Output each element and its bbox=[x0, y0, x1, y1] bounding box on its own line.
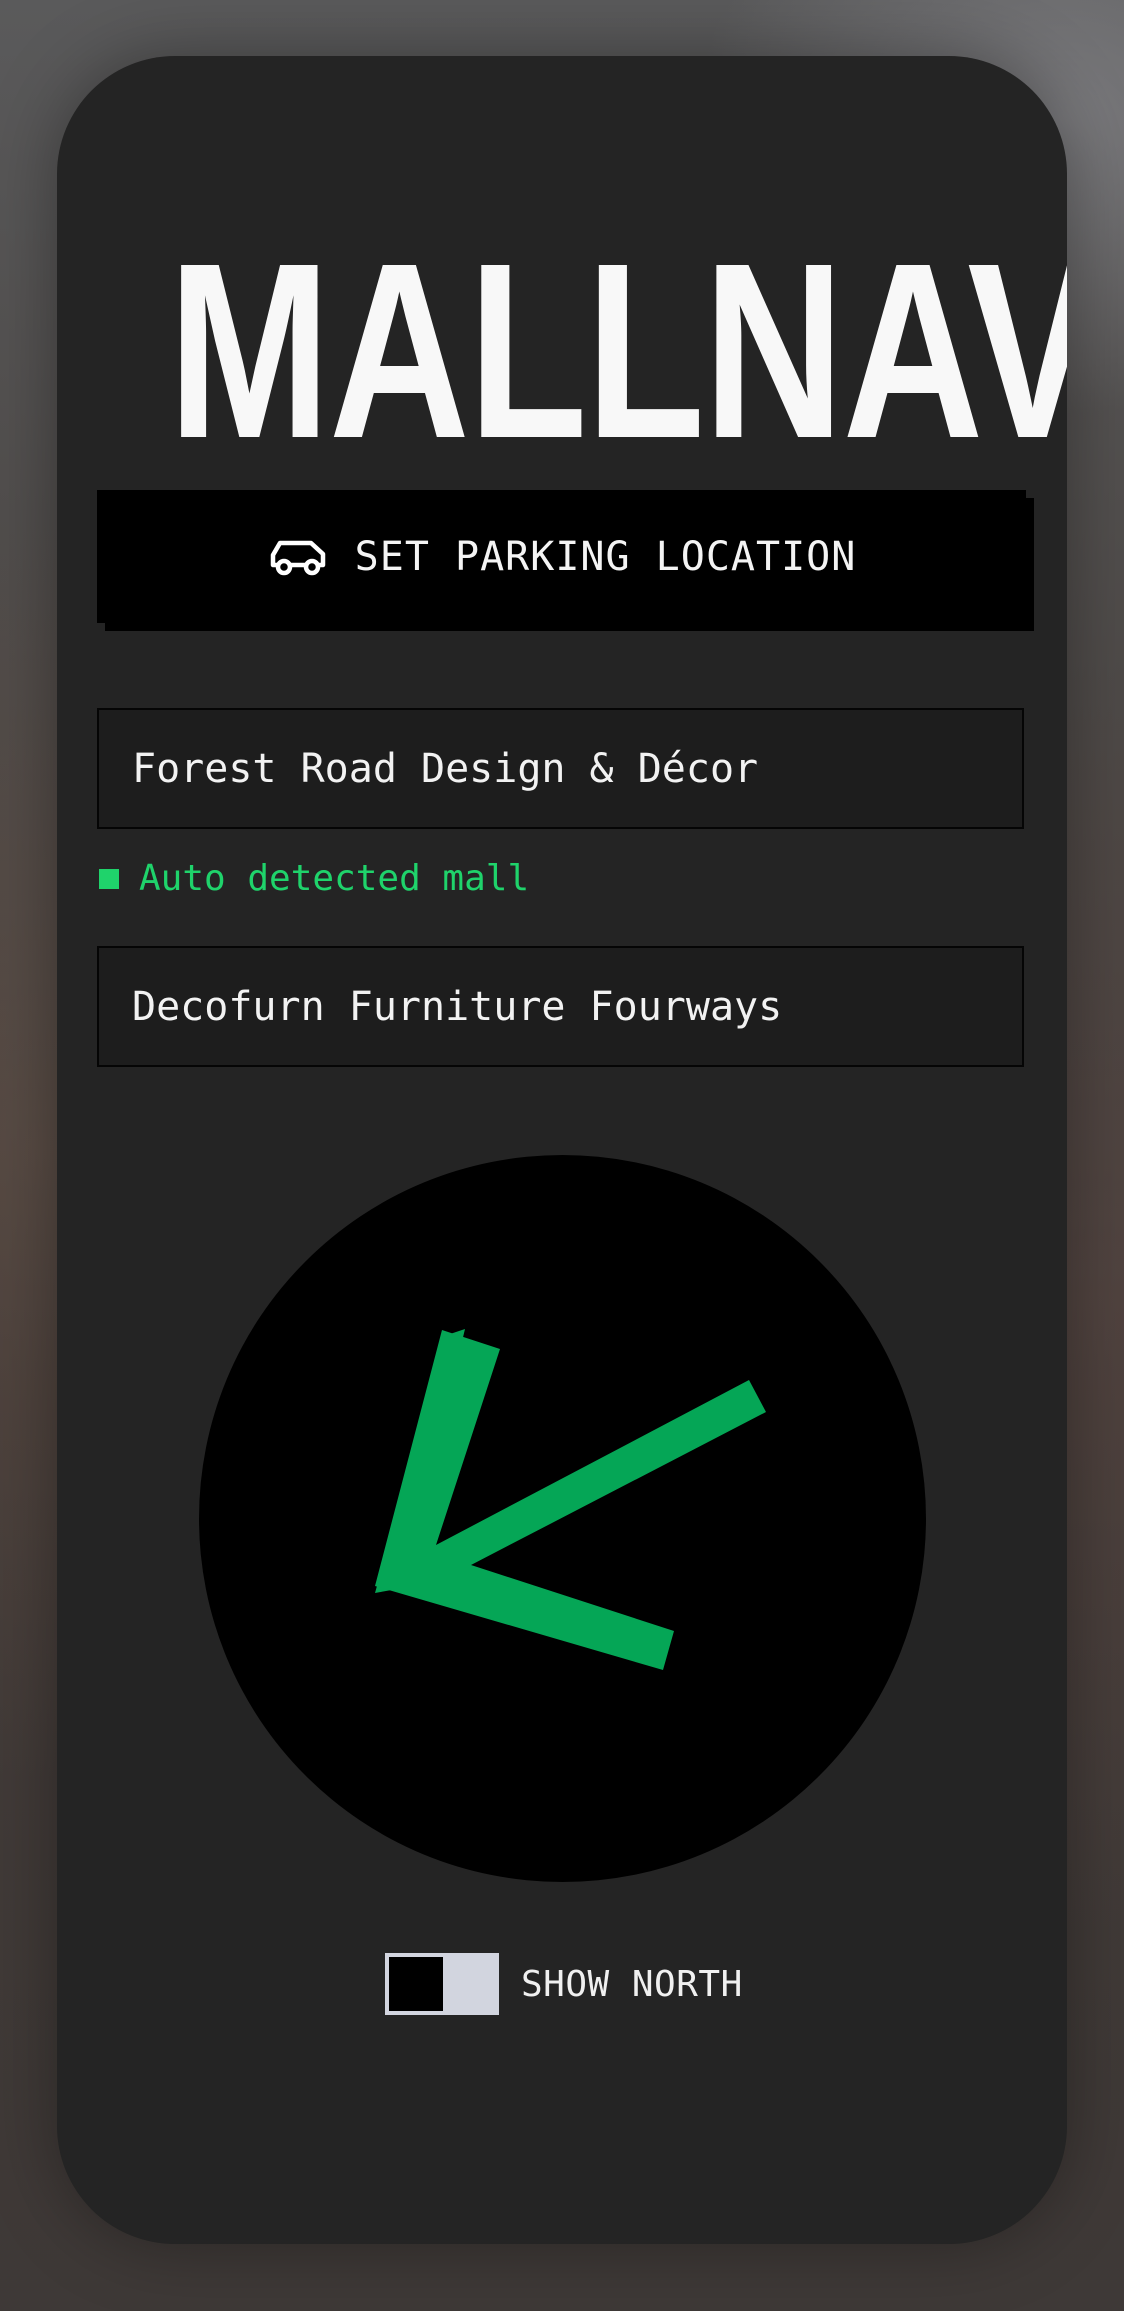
mall-detection-status: Auto detected mall bbox=[99, 858, 529, 899]
show-north-toggle[interactable] bbox=[385, 1953, 499, 2015]
status-indicator bbox=[99, 868, 119, 889]
direction-compass bbox=[199, 1155, 926, 1882]
destination-store-field[interactable]: Decofurn Furniture Fourways bbox=[97, 946, 1024, 1067]
toggle-knob bbox=[389, 1957, 443, 2011]
direction-arrow-icon bbox=[375, 1329, 766, 1670]
app-screen: MALLNAV SET PARKING LOCATION Forest Road… bbox=[57, 56, 1067, 2244]
origin-store-field[interactable]: Forest Road Design & Décor bbox=[97, 708, 1024, 829]
show-north-label: SHOW NORTH bbox=[521, 1963, 743, 2005]
app-title: MALLNAV bbox=[168, 211, 1067, 490]
set-parking-location-label: SET PARKING LOCATION bbox=[354, 533, 857, 580]
set-parking-location-button[interactable]: SET PARKING LOCATION bbox=[97, 490, 1026, 623]
origin-store-value: Forest Road Design & Décor bbox=[132, 745, 759, 792]
car-icon bbox=[267, 537, 329, 577]
destination-store-value: Decofurn Furniture Fourways bbox=[132, 983, 783, 1030]
show-north-row: SHOW NORTH bbox=[385, 1953, 743, 2015]
status-text: Auto detected mall bbox=[139, 858, 530, 899]
